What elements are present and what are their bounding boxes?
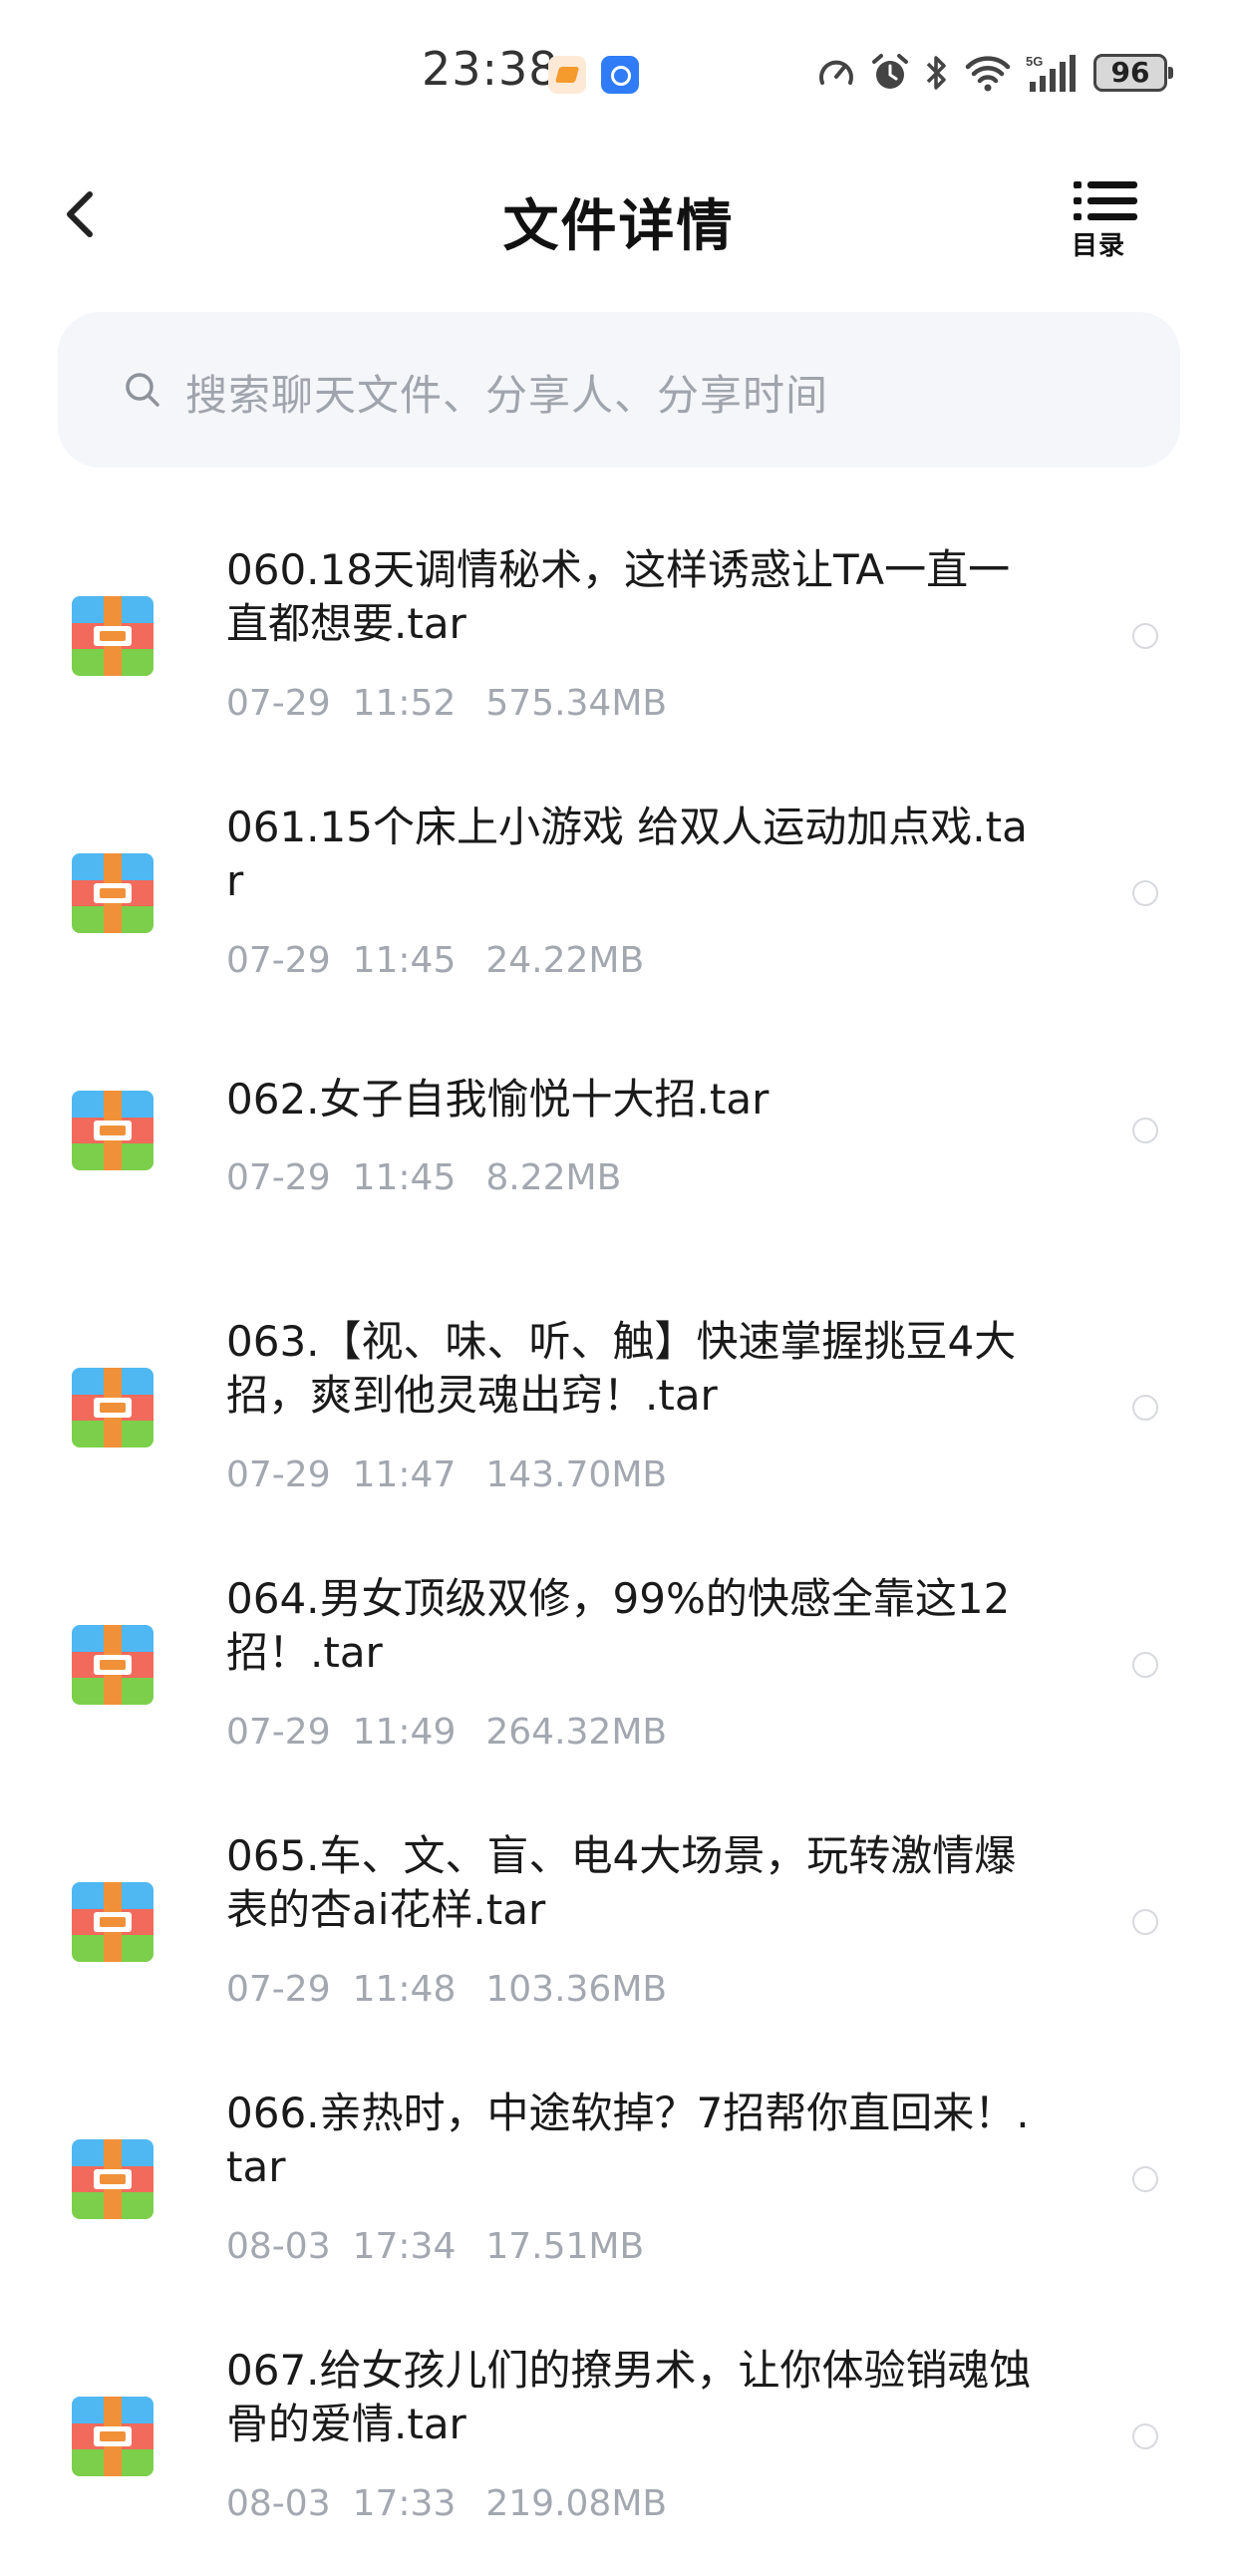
file-name: 065.车、文、盲、电4大场景，玩转激情爆表的杏ai花样.tar <box>226 1831 1017 1934</box>
file-time: 17:33 <box>352 2483 457 2524</box>
search-placeholder: 搜索聊天文件、分享人、分享时间 <box>185 371 829 420</box>
wifi-icon <box>965 56 1011 92</box>
status-time: 23:38 <box>422 42 559 96</box>
toc-label: 目录 <box>1072 231 1126 261</box>
search-icon <box>126 373 159 407</box>
file-list-item[interactable]: 061.15个床上小游戏 给双人运动加点戏.tar 07-29 11:45 24.22… <box>0 776 1237 1033</box>
navigation-bar: 文件详情 目录 <box>0 150 1237 279</box>
file-size: 143.70MB <box>485 1454 668 1495</box>
select-radio[interactable] <box>1132 1909 1158 1935</box>
file-time: 17:34 <box>352 2226 457 2267</box>
svg-text:5G: 5G <box>1026 54 1043 69</box>
file-time: 11:48 <box>352 1969 457 2010</box>
archive-file-icon <box>72 2397 154 2476</box>
file-date: 08-03 <box>226 2483 331 2524</box>
list-icon <box>1074 181 1137 220</box>
file-name: 061.15个床上小游戏 给双人运动加点戏.tar <box>226 803 1028 905</box>
file-meta: 07-29 11:45 8.22MB <box>226 1157 621 1198</box>
file-time: 11:45 <box>352 1157 457 1198</box>
toc-button[interactable]: 目录 <box>1072 179 1151 261</box>
file-list-item[interactable]: 060.18天调情秘术，这样诱惑让TA一直一直都想要.tar 07-29 11:52… <box>0 518 1237 776</box>
file-name: 063.【视、味、听、触】快速掌握挑豆4大招，爽到他灵魂出窍！.tar <box>226 1317 1017 1420</box>
archive-file-icon <box>72 1882 154 1962</box>
file-list-item[interactable]: 067.给女孩儿们的撩男术，让你体验销魂蚀骨的爱情.tar 08-03 17:33 2… <box>0 2319 1237 2576</box>
select-radio[interactable] <box>1132 2166 1158 2192</box>
file-meta: 07-29 11:52 575.34MB <box>226 683 667 724</box>
archive-file-icon <box>72 2139 154 2219</box>
page-title: 文件详情 <box>502 194 735 259</box>
file-size: 575.34MB <box>485 683 668 724</box>
file-date: 07-29 <box>226 1454 331 1495</box>
browser-notification-icon <box>601 56 639 94</box>
file-date: 07-29 <box>226 1157 331 1198</box>
file-size: 219.08MB <box>485 2483 668 2524</box>
file-date: 07-29 <box>226 940 331 981</box>
file-time: 11:49 <box>352 1712 457 1753</box>
select-radio[interactable] <box>1132 1118 1158 1143</box>
file-name: 064.男女顶级双修，99%的快感全靠这12招！.tar <box>226 1574 1011 1677</box>
file-time: 11:47 <box>352 1454 457 1495</box>
select-radio[interactable] <box>1132 880 1158 906</box>
file-time: 11:45 <box>352 940 457 981</box>
file-meta: 07-29 11:48 103.36MB <box>226 1969 667 2010</box>
file-date: 08-03 <box>226 2226 331 2267</box>
select-radio[interactable] <box>1132 1652 1158 1678</box>
file-name: 062.女子自我愉悦十大招.tar <box>226 1075 770 1124</box>
file-meta: 08-03 17:33 219.08MB <box>226 2483 667 2524</box>
search-input[interactable]: 搜索聊天文件、分享人、分享时间 <box>58 312 1180 468</box>
file-list-item[interactable]: 064.男女顶级双修，99%的快感全靠这12招！.tar 07-29 11:49 26… <box>0 1547 1237 1804</box>
file-date: 07-29 <box>226 1969 331 2010</box>
file-list-item[interactable]: 062.女子自我愉悦十大招.tar 07-29 11:45 8.22MB <box>0 1033 1237 1290</box>
status-indicators: 5G 96 <box>816 50 1173 96</box>
file-date: 07-29 <box>226 683 331 724</box>
file-meta: 07-29 11:49 264.32MB <box>226 1712 667 1753</box>
file-meta: 07-29 11:47 143.70MB <box>226 1454 667 1495</box>
file-time: 11:52 <box>352 683 457 724</box>
archive-file-icon <box>72 1091 154 1170</box>
archive-file-icon <box>72 1368 154 1448</box>
select-radio[interactable] <box>1132 1395 1158 1421</box>
notification-app-icon <box>548 56 586 94</box>
signal-5g-icon: 5G <box>1026 54 1076 92</box>
select-radio[interactable] <box>1132 2423 1158 2449</box>
archive-file-icon <box>72 596 154 676</box>
file-list-item[interactable]: 066.亲热时，中途软掉？7招帮你直回来！.tar 08-03 17:34 17.51… <box>0 2062 1237 2319</box>
status-bar: 23:38 5G 96 <box>0 0 1237 150</box>
battery-indicator: 96 <box>1093 54 1173 92</box>
file-size: 17.51MB <box>485 2226 645 2267</box>
file-size: 264.32MB <box>485 1712 668 1753</box>
file-list-item[interactable]: 065.车、文、盲、电4大场景，玩转激情爆表的杏ai花样.tar 07-29 11:… <box>0 1804 1237 2062</box>
file-list-item[interactable]: 063.【视、味、听、触】快速掌握挑豆4大招，爽到他灵魂出窍！.tar 07-29… <box>0 1290 1237 1547</box>
speedometer-icon <box>819 60 853 85</box>
select-radio[interactable] <box>1132 623 1158 649</box>
file-date: 07-29 <box>226 1712 331 1753</box>
file-name: 060.18天调情秘术，这样诱惑让TA一直一直都想要.tar <box>226 545 1011 648</box>
file-size: 103.36MB <box>485 1969 668 2010</box>
file-meta: 07-29 11:45 24.22MB <box>226 940 644 981</box>
file-size: 24.22MB <box>485 940 645 981</box>
archive-file-icon <box>72 853 154 933</box>
bluetooth-icon <box>926 56 946 90</box>
file-name: 067.给女孩儿们的撩男术，让你体验销魂蚀骨的爱情.tar <box>226 2346 1032 2448</box>
file-meta: 08-03 17:34 17.51MB <box>226 2226 644 2267</box>
file-name: 066.亲热时，中途软掉？7招帮你直回来！.tar <box>226 2089 1030 2191</box>
alarm-icon <box>872 54 908 89</box>
file-size: 8.22MB <box>485 1157 622 1198</box>
archive-file-icon <box>72 1625 154 1705</box>
